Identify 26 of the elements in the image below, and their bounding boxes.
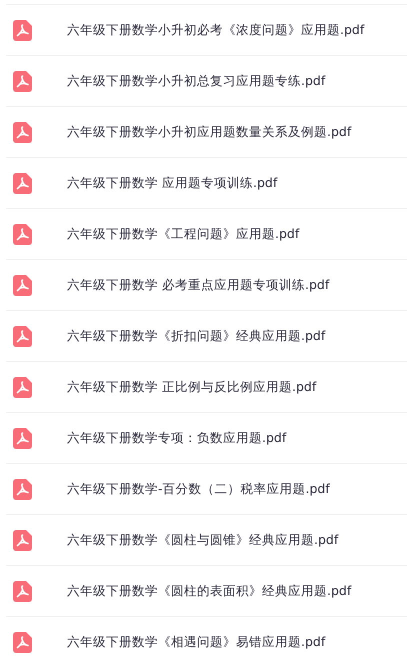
file-name[interactable]: 六年级下册数学《圆柱的表面积》经典应用题.pdf bbox=[67, 582, 352, 600]
pdf-file-icon bbox=[13, 224, 32, 244]
pdf-file-icon bbox=[13, 172, 32, 194]
file-name[interactable]: 六年级下册数学小升初总复习应用题专练.pdf bbox=[67, 72, 326, 90]
pdf-file-icon bbox=[13, 274, 32, 296]
file-name[interactable]: 六年级下册数学 必考重点应用题专项训练.pdf bbox=[67, 276, 330, 294]
pdf-file-icon bbox=[13, 122, 32, 142]
pdf-file-icon bbox=[13, 20, 32, 40]
file-name[interactable]: 六年级下册数学《相遇问题》易错应用题.pdf bbox=[67, 634, 326, 650]
pdf-file-icon bbox=[13, 478, 32, 500]
file-name[interactable]: 六年级下册数学专项：负数应用题.pdf bbox=[67, 430, 286, 446]
file-name[interactable]: 六年级下册数学小升初必考《浓度问题》应用题.pdf bbox=[67, 22, 364, 38]
file-name[interactable]: 六年级下册数学 正比例与反比例应用题.pdf bbox=[67, 378, 316, 396]
pdf-file-icon bbox=[13, 530, 32, 550]
file-name[interactable]: 六年级下册数学 应用题专项训练.pdf bbox=[67, 174, 278, 192]
pdf-file-icon bbox=[13, 428, 32, 448]
file-name[interactable]: 六年级下册数学-百分数（二）税率应用题.pdf bbox=[67, 480, 330, 498]
pdf-file-icon bbox=[13, 326, 32, 346]
file-name[interactable]: 六年级下册数学《工程问题》应用题.pdf bbox=[67, 226, 300, 242]
pdf-file-icon bbox=[13, 376, 32, 398]
file-name[interactable]: 六年级下册数学小升初应用题数量关系及例题.pdf bbox=[67, 124, 352, 140]
pdf-file-icon bbox=[13, 580, 32, 602]
pdf-file-icon bbox=[13, 632, 32, 652]
pdf-file-icon bbox=[13, 70, 32, 92]
file-name[interactable]: 六年级下册数学《折扣问题》经典应用题.pdf bbox=[67, 328, 326, 344]
file-name[interactable]: 六年级下册数学《圆柱与圆锥》经典应用题.pdf bbox=[67, 532, 338, 548]
